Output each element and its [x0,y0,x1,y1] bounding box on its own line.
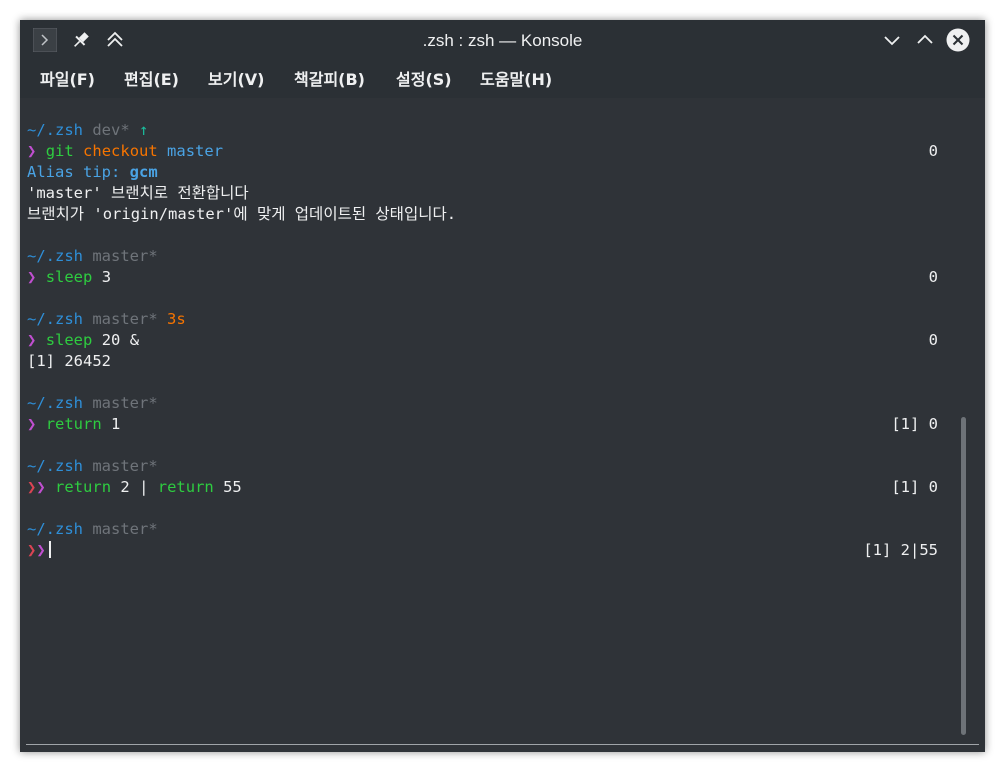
prompt-info-line: ~/.zsh master* [27,394,158,412]
exit-status: [1] 0 [891,478,938,496]
output-line: 브랜치가 'origin/master'에 맞게 업데이트된 상태입니다. [27,205,457,223]
prompt-info-line: ~/.zsh master* [27,457,158,475]
command-line: ❯ return 1 [27,415,121,433]
konsole-window: .zsh : zsh — Konsole 파일(F) 편집(E) 보기(V) 책… [20,20,985,752]
menu-bookmarks[interactable]: 책갈피(B) [294,62,365,98]
prompt-info-line: ~/.zsh dev* ↑ [27,121,149,139]
menu-file[interactable]: 파일(F) [40,62,95,98]
prompt-info-line: ~/.zsh master* [27,247,158,265]
menu-bar: 파일(F) 편집(E) 보기(V) 책갈피(B) 설정(S) 도움말(H) [20,62,985,98]
output-line: [1] 26452 [27,352,111,370]
terminal-view[interactable]: ~/.zsh dev* ↑ ❯ git checkout master 0 Al… [20,98,985,752]
close-icon[interactable] [946,28,970,52]
exit-status: [1] 2|55 [863,541,938,559]
prompt-info-line: ~/.zsh master* 3s [27,310,186,328]
scrollbar[interactable] [961,417,966,735]
alias-tip-line: Alias tip: gcm [27,163,158,181]
menu-edit[interactable]: 편집(E) [124,62,179,98]
menu-help[interactable]: 도움말(H) [480,62,552,98]
text-cursor [48,541,51,558]
command-line: ❯ sleep 20 & [27,331,140,349]
terminal-bottom-divider [26,744,979,745]
prompt-info-line: ~/.zsh master* [27,520,158,538]
exit-status: 0 [928,268,938,286]
output-line: 'master' 브랜치로 전환합니다 [27,184,249,202]
command-line: ❯ git checkout master [27,142,224,160]
maximize-icon[interactable] [913,28,937,52]
command-line: ❯❯ return 2 | return 55 [27,478,242,496]
menu-view[interactable]: 보기(V) [208,62,264,98]
input-line[interactable]: ❯❯ [27,540,51,561]
command-line: ❯ sleep 3 [27,268,112,286]
title-bar[interactable]: .zsh : zsh — Konsole [20,20,985,62]
minimize-icon[interactable] [880,28,904,52]
exit-status: 0 [928,331,938,349]
exit-status: 0 [928,142,938,160]
exit-status: [1] 0 [891,415,938,433]
window-title: .zsh : zsh — Konsole [422,31,583,50]
menu-settings[interactable]: 설정(S) [396,62,452,98]
